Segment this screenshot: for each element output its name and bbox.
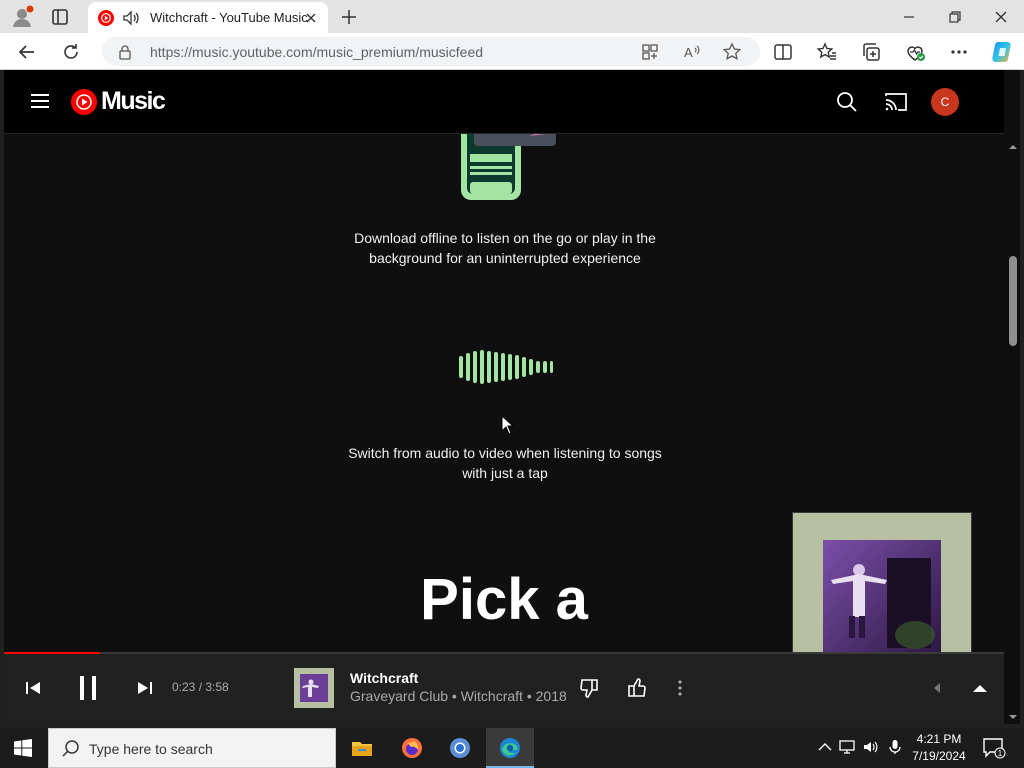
network-icon[interactable]: [838, 738, 856, 756]
song-subtitle[interactable]: Graveyard Club • Witchcraft • 2018: [350, 688, 567, 704]
taskbar-search-box[interactable]: Type here to search: [48, 728, 336, 768]
microphone-icon[interactable]: [886, 738, 904, 756]
feature-switch-text: Switch from audio to video when listenin…: [348, 445, 662, 481]
pause-icon[interactable]: [76, 674, 100, 707]
clock-time: 4:21 PM: [916, 732, 962, 746]
chevron-up-icon[interactable]: [816, 738, 834, 756]
browser-tab-strip: Witchcraft - YouTube Music: [0, 0, 1024, 33]
new-tab-icon[interactable]: [338, 6, 360, 28]
cast-icon[interactable]: [884, 91, 908, 113]
thumbs-down-icon[interactable]: [578, 676, 602, 700]
clock-date: 7/19/2024: [912, 749, 966, 763]
taskbar-chrome[interactable]: [436, 728, 484, 768]
download-phone-illustration: [460, 134, 560, 204]
edge-icon: [500, 738, 520, 758]
volume-icon[interactable]: [926, 676, 950, 700]
playback-time: 0:23 / 3:58: [172, 680, 229, 694]
thumbs-up-icon[interactable]: [624, 676, 648, 700]
audio-playing-icon[interactable]: [122, 9, 140, 27]
notification-count: 1: [998, 749, 1003, 758]
svg-text:A: A: [684, 45, 693, 60]
notification-icon[interactable]: 1: [982, 737, 1006, 759]
copilot-icon[interactable]: [990, 39, 1016, 65]
feature-download-text: Download offline to listen on the go or …: [354, 230, 656, 266]
next-icon[interactable]: [136, 679, 154, 702]
taskbar-file-explorer[interactable]: [338, 728, 386, 768]
song-title[interactable]: Witchcraft: [350, 670, 418, 686]
song-thumbnail[interactable]: [294, 668, 334, 708]
collections-icon[interactable]: [860, 41, 882, 63]
close-icon[interactable]: [302, 9, 320, 27]
taskbar-firefox[interactable]: [388, 728, 436, 768]
expand-icon[interactable]: [968, 676, 992, 700]
youtube-music-favicon: [98, 10, 114, 26]
tab-title: Witchcraft - YouTube Music: [150, 10, 308, 25]
back-icon[interactable]: [16, 41, 38, 63]
taskbar-search-placeholder: Type here to search: [89, 741, 213, 757]
favorites-icon[interactable]: [816, 41, 838, 63]
window-close-icon[interactable]: [990, 6, 1012, 28]
scroll-thumb[interactable]: [1009, 256, 1017, 346]
profile-icon[interactable]: [10, 5, 34, 29]
chrome-icon: [450, 738, 470, 758]
premium-feed-content: Download offline to listen on the go or …: [4, 134, 1004, 652]
more-icon[interactable]: [948, 41, 970, 63]
ytmusic-header: Music C: [4, 70, 1004, 134]
search-icon: [61, 739, 81, 759]
speaker-icon[interactable]: [862, 738, 880, 756]
app-available-icon[interactable]: [640, 42, 660, 62]
mini-player-video[interactable]: [792, 512, 972, 652]
scroll-down-icon[interactable]: [1009, 708, 1017, 719]
file-explorer-icon: [352, 742, 372, 756]
previous-icon[interactable]: [24, 679, 42, 702]
firefox-icon: [402, 738, 422, 758]
ytmusic-page: Music C Download offline to listen on th…: [4, 70, 1020, 724]
browser-essentials-icon[interactable]: [904, 41, 926, 63]
tab-actions-icon[interactable]: [50, 7, 70, 27]
youtube-music-logo[interactable]: [71, 89, 97, 115]
split-screen-icon[interactable]: [772, 41, 794, 63]
audio-wave-illustration: [458, 350, 554, 384]
lock-icon[interactable]: [118, 44, 132, 60]
mouse-cursor-icon: [501, 414, 515, 435]
search-icon[interactable]: [836, 91, 858, 113]
album-art-image: [823, 540, 941, 652]
player-bar: 0:23 / 3:58 Witchcraft Graveyard Club • …: [4, 654, 1004, 724]
hamburger-icon[interactable]: [30, 91, 50, 111]
scroll-up-icon[interactable]: [1009, 138, 1017, 149]
taskbar-clock[interactable]: 4:21 PM 7/19/2024: [906, 731, 972, 765]
avatar[interactable]: C: [931, 88, 959, 116]
read-aloud-icon[interactable]: A: [682, 42, 702, 62]
taskbar-edge[interactable]: [486, 728, 534, 768]
favorite-star-icon[interactable]: [722, 42, 742, 62]
more-vert-icon[interactable]: [668, 676, 692, 700]
active-tab[interactable]: Witchcraft - YouTube Music: [88, 2, 328, 33]
address-bar[interactable]: https://music.youtube.com/music_premium/…: [102, 37, 760, 66]
logo-text[interactable]: Music: [101, 87, 166, 116]
page-scrollbar[interactable]: [1006, 134, 1020, 724]
minimize-icon[interactable]: [898, 6, 920, 28]
windows-taskbar: Type here to search 4:21 PM 7/19/2024 1: [0, 728, 1024, 768]
refresh-icon[interactable]: [60, 41, 82, 63]
url-text[interactable]: https://music.youtube.com/music_premium/…: [150, 44, 483, 60]
browser-toolbar: https://music.youtube.com/music_premium/…: [0, 33, 1024, 70]
windows-start-icon[interactable]: [14, 739, 32, 757]
restore-icon[interactable]: [944, 6, 966, 28]
